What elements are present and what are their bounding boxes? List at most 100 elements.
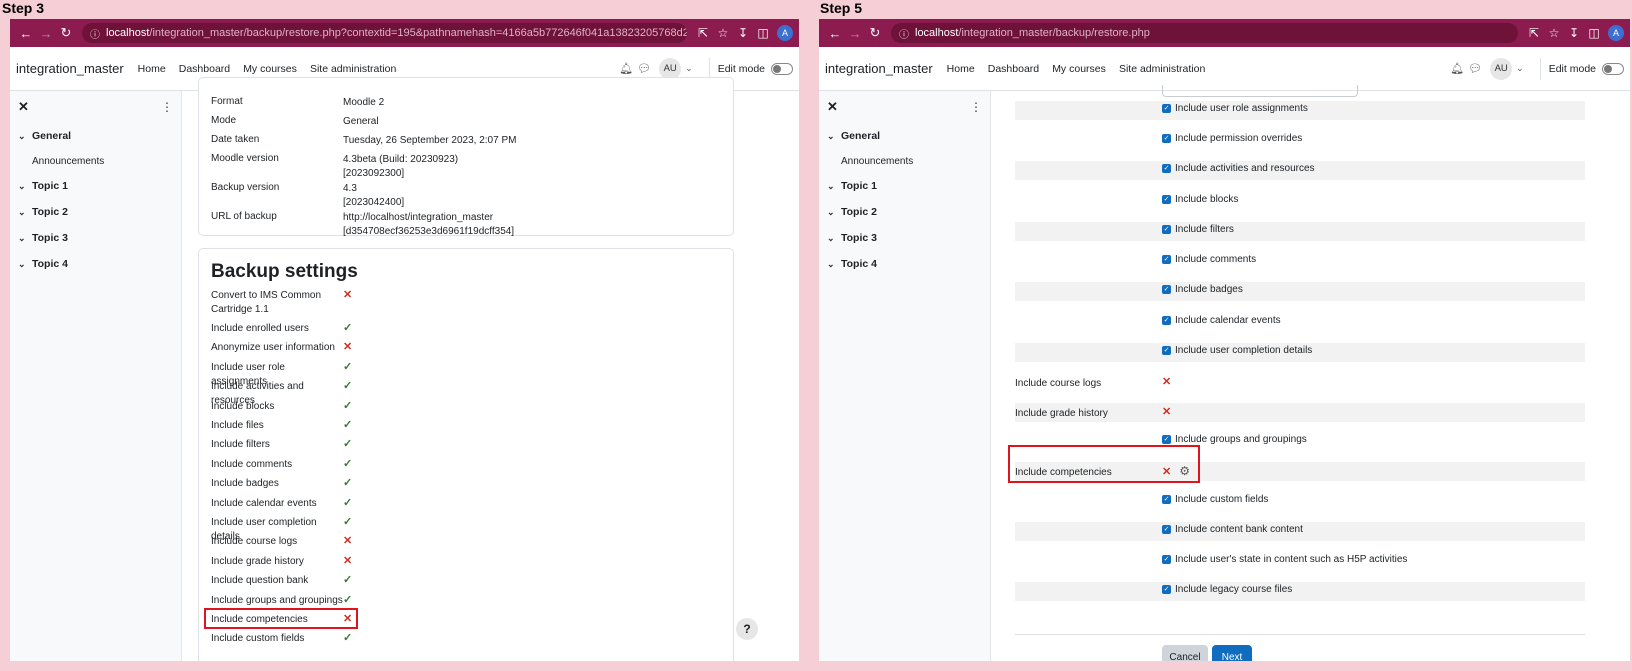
section-general[interactable]: ⌄ General [819, 123, 990, 149]
checkbox-label[interactable]: Include user's state in content such as … [1175, 554, 1407, 565]
next-button[interactable]: Next [1212, 645, 1252, 661]
chevron-down-icon[interactable]: ⌄ [827, 131, 841, 142]
nav-my-courses[interactable]: My courses [243, 63, 297, 75]
reload-icon[interactable]: ↻ [865, 25, 885, 41]
restore-setting-row: ✓ Include user's state in content such as… [1015, 552, 1585, 571]
user-menu-chevron-icon[interactable]: ⌄ [1516, 63, 1524, 74]
user-avatar[interactable]: AU [1490, 57, 1513, 80]
messages-icon[interactable]: 💬︎ [1466, 62, 1484, 75]
checkbox-checked[interactable]: ✓ [1162, 346, 1171, 355]
checkbox-checked[interactable]: ✓ [1162, 195, 1171, 204]
chevron-down-icon[interactable]: ⌄ [827, 207, 841, 218]
backup-setting-row: Include grade history ✕ [211, 555, 352, 569]
section-topic-3[interactable]: ⌄ Topic 3 [819, 225, 990, 251]
checkbox-checked[interactable]: ✓ [1162, 285, 1171, 294]
chevron-down-icon[interactable]: ⌄ [18, 207, 32, 218]
checkbox-checked[interactable]: ✓ [1162, 164, 1171, 173]
checkbox-label[interactable]: Include filters [1175, 224, 1234, 235]
checkbox-checked[interactable]: ✓ [1162, 495, 1171, 504]
drawer-options-icon[interactable]: ⋮ [161, 100, 173, 114]
site-info-icon[interactable]: ⓘ [899, 26, 909, 41]
site-name[interactable]: integration_master [825, 61, 933, 76]
section-topic-2[interactable]: ⌄ Topic 2 [819, 199, 990, 225]
checkbox-checked[interactable]: ✓ [1162, 435, 1171, 444]
back-icon[interactable]: ← [16, 26, 36, 41]
notifications-bell-icon[interactable]: 🔔︎ [617, 62, 635, 75]
checkbox-label[interactable]: Include badges [1175, 284, 1243, 295]
site-info-icon[interactable]: ⓘ [90, 26, 100, 41]
download-icon[interactable]: ↧ [1564, 26, 1584, 40]
chevron-down-icon[interactable]: ⌄ [827, 233, 841, 244]
back-icon[interactable]: ← [825, 26, 845, 41]
nav-my-courses[interactable]: My courses [1052, 63, 1106, 75]
cancel-button[interactable]: Cancel [1162, 645, 1208, 661]
checkbox-label[interactable]: Include comments [1175, 254, 1256, 265]
share-icon[interactable]: ⇱ [693, 26, 713, 40]
section-topic-4[interactable]: ⌄ Topic 4 [819, 251, 990, 277]
checkbox-label[interactable]: Include blocks [1175, 194, 1238, 205]
chevron-down-icon[interactable]: ⌄ [18, 181, 32, 192]
activity-announcements[interactable]: Announcements [819, 149, 990, 173]
setting-label: Include filters [211, 439, 270, 451]
forward-icon[interactable]: → [845, 26, 865, 41]
nav-site-administration[interactable]: Site administration [310, 63, 396, 75]
nav-home[interactable]: Home [138, 63, 166, 75]
checkbox-label[interactable]: Include calendar events [1175, 315, 1281, 326]
chevron-down-icon[interactable]: ⌄ [18, 259, 32, 270]
section-topic-2[interactable]: ⌄ Topic 2 [10, 199, 181, 225]
checkbox-label[interactable]: Include user completion details [1175, 345, 1312, 356]
checkbox-label[interactable]: Include user role assignments [1175, 103, 1308, 114]
section-topic-3[interactable]: ⌄ Topic 3 [10, 225, 181, 251]
nav-dashboard[interactable]: Dashboard [988, 63, 1039, 75]
checkbox-checked[interactable]: ✓ [1162, 525, 1171, 534]
checkbox-checked[interactable]: ✓ [1162, 134, 1171, 143]
chevron-down-icon[interactable]: ⌄ [18, 233, 32, 244]
side-panel-icon[interactable]: ◫ [1584, 26, 1604, 40]
checkbox-checked[interactable]: ✓ [1162, 585, 1171, 594]
address-bar[interactable]: ⓘ localhost/integration_master/backup/re… [891, 23, 1518, 43]
text-field-partial[interactable] [1162, 85, 1358, 97]
checkbox-checked[interactable]: ✓ [1162, 555, 1171, 564]
checkbox-label[interactable]: Include content bank content [1175, 524, 1303, 535]
section-topic-1[interactable]: ⌄ Topic 1 [819, 173, 990, 199]
help-button[interactable]: ? [736, 618, 758, 640]
browser-profile-avatar[interactable]: A [1608, 25, 1624, 41]
forward-icon[interactable]: → [36, 26, 56, 41]
close-drawer-icon[interactable]: ✕ [18, 99, 29, 115]
nav-dashboard[interactable]: Dashboard [179, 63, 230, 75]
notifications-bell-icon[interactable]: 🔔︎ [1448, 62, 1466, 75]
messages-icon[interactable]: 💬︎ [635, 62, 653, 75]
reload-icon[interactable]: ↻ [56, 25, 76, 41]
nav-home[interactable]: Home [947, 63, 975, 75]
nav-site-administration[interactable]: Site administration [1119, 63, 1205, 75]
browser-profile-avatar[interactable]: A [777, 25, 793, 41]
site-name[interactable]: integration_master [16, 61, 124, 76]
bookmark-star-icon[interactable]: ☆ [713, 26, 733, 40]
side-panel-icon[interactable]: ◫ [753, 26, 773, 40]
checkbox-label[interactable]: Include permission overrides [1175, 133, 1302, 144]
chevron-down-icon[interactable]: ⌄ [827, 259, 841, 270]
user-menu-chevron-icon[interactable]: ⌄ [685, 63, 693, 74]
checkbox-label[interactable]: Include groups and groupings [1175, 434, 1307, 445]
share-icon[interactable]: ⇱ [1524, 26, 1544, 40]
checkbox-checked[interactable]: ✓ [1162, 255, 1171, 264]
edit-mode-toggle[interactable] [1602, 62, 1624, 75]
chevron-down-icon[interactable]: ⌄ [827, 181, 841, 192]
chevron-down-icon[interactable]: ⌄ [18, 131, 32, 142]
bookmark-star-icon[interactable]: ☆ [1544, 26, 1564, 40]
section-topic-1[interactable]: ⌄ Topic 1 [10, 173, 181, 199]
activity-announcements[interactable]: Announcements [10, 149, 181, 173]
checkbox-label[interactable]: Include activities and resources [1175, 163, 1315, 174]
address-bar[interactable]: ⓘ localhost/integration_master/backup/re… [82, 23, 687, 43]
section-general[interactable]: ⌄ General [10, 123, 181, 149]
section-topic-4[interactable]: ⌄ Topic 4 [10, 251, 181, 277]
download-icon[interactable]: ↧ [733, 26, 753, 40]
close-drawer-icon[interactable]: ✕ [827, 99, 838, 115]
drawer-options-icon[interactable]: ⋮ [970, 100, 982, 114]
checkbox-checked[interactable]: ✓ [1162, 316, 1171, 325]
checkbox-label[interactable]: Include custom fields [1175, 494, 1268, 505]
checkbox-label[interactable]: Include legacy course files [1175, 584, 1292, 595]
checkbox-checked[interactable]: ✓ [1162, 104, 1171, 113]
edit-mode-toggle[interactable] [771, 62, 793, 75]
checkbox-checked[interactable]: ✓ [1162, 225, 1171, 234]
